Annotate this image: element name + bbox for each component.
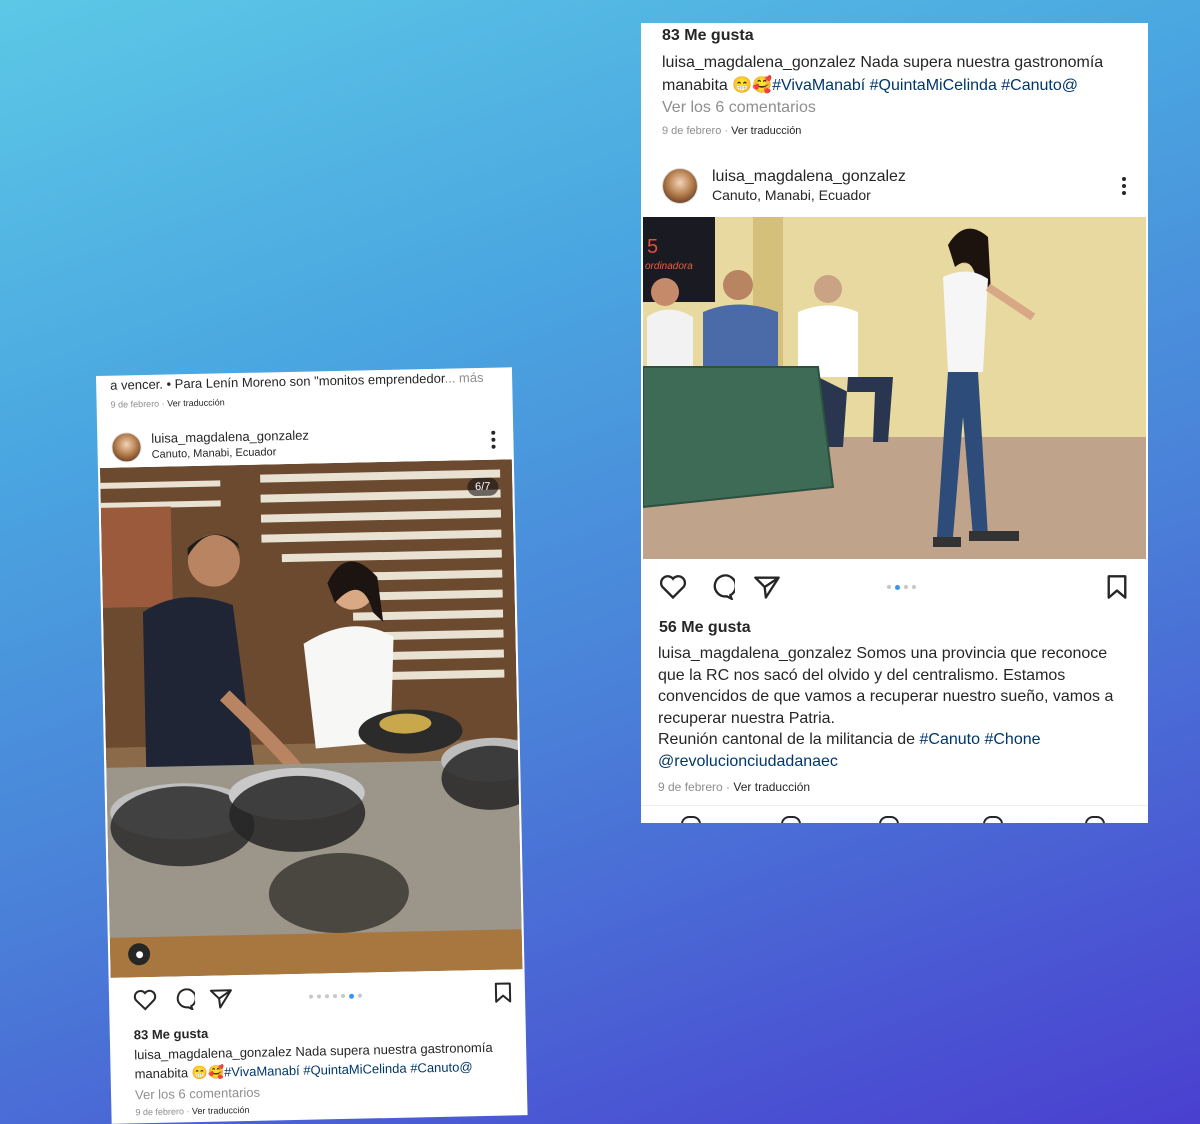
date-text: 9 de febrero xyxy=(135,1106,185,1118)
previous-post-date: 9 de febrero · Ver traducción xyxy=(110,397,225,410)
shop-icon[interactable] xyxy=(983,816,1003,823)
bookmark-icon[interactable] xyxy=(1105,574,1129,600)
date-text: 9 de febrero xyxy=(662,125,722,137)
home-icon[interactable] xyxy=(681,816,701,823)
date-text: 9 de febrero xyxy=(658,780,723,794)
more-options-icon[interactable] xyxy=(491,430,496,449)
caption-hashtags[interactable]: #VivaManabí #QuintaMiCelinda #Canuto@ xyxy=(224,1059,473,1079)
location[interactable]: Canuto, Manabi, Ecuador xyxy=(712,186,906,205)
previous-caption-text: a vencer. • Para Lenín Moreno son "monit… xyxy=(110,370,445,393)
post-actions xyxy=(659,574,1129,600)
right-post-card: 83 Me gusta luisa_magdalena_gonzalez Nad… xyxy=(641,23,1148,823)
reels-icon[interactable] xyxy=(879,816,899,823)
view-comments-link[interactable]: Ver los 6 comentarios xyxy=(135,1085,260,1103)
more-options-icon[interactable] xyxy=(1122,177,1126,195)
heart-icon[interactable] xyxy=(659,574,687,600)
date-text: 9 de febrero xyxy=(110,398,160,410)
translate-link[interactable]: Ver traducción xyxy=(167,397,225,408)
post-photo[interactable]: 6/7 xyxy=(99,459,523,978)
post-caption: luisa_magdalena_gonzalez Nada supera nue… xyxy=(134,1037,515,1083)
previous-post-date: 9 de febrero · Ver traducción xyxy=(662,125,802,137)
caption-hashtags[interactable]: #VivaManabí #QuintaMiCelinda #Canuto@ xyxy=(772,77,1078,94)
comment-icon[interactable] xyxy=(171,988,196,1011)
caption-username[interactable]: luisa_magdalena_gonzalez xyxy=(134,1044,292,1062)
bookmark-icon[interactable] xyxy=(493,981,513,1003)
carousel-indicator xyxy=(887,584,916,590)
avatar[interactable] xyxy=(111,432,142,463)
profile-icon[interactable] xyxy=(1085,816,1105,823)
heart-icon[interactable] xyxy=(133,989,157,1011)
post-date: 9 de febrero · Ver traducción xyxy=(135,1104,250,1118)
post-actions xyxy=(133,981,513,1011)
translate-link[interactable]: Ver traducción xyxy=(731,125,801,137)
previous-post-likes[interactable]: 83 Me gusta xyxy=(662,27,754,45)
share-icon[interactable] xyxy=(209,987,233,1009)
hashtag-chone[interactable]: #Chone xyxy=(984,731,1040,748)
mention-link[interactable]: @revolucionciudadanaec xyxy=(658,753,838,770)
translate-link[interactable]: Ver traducción xyxy=(192,1105,250,1116)
kitchen-photo xyxy=(99,459,523,978)
translate-link[interactable]: Ver traducción xyxy=(733,780,810,794)
post-date: 9 de febrero · Ver traducción xyxy=(658,780,811,794)
view-comments-link[interactable]: Ver los 6 comentarios xyxy=(662,99,816,117)
caption-line-2: Reunión cantonal de la militancia de xyxy=(658,731,916,748)
left-post-card: a vencer. • Para Lenín Moreno son "monit… xyxy=(96,367,528,1124)
likes-count[interactable]: 56 Me gusta xyxy=(659,619,751,637)
more-link[interactable]: ... más xyxy=(444,370,483,386)
post-header: luisa_magdalena_gonzalez Canuto, Manabi,… xyxy=(662,167,1126,205)
photo-counter-badge: 6/7 xyxy=(466,477,499,497)
post-photo[interactable]: 5 ordinadora xyxy=(643,217,1146,559)
caption-username[interactable]: luisa_magdalena_gonzalez xyxy=(662,54,856,71)
caption-username[interactable]: luisa_magdalena_gonzalez xyxy=(658,645,852,662)
search-icon[interactable] xyxy=(781,816,801,823)
post-header: luisa_magdalena_gonzalez Canuto, Manabi,… xyxy=(111,424,496,464)
banner-number: 5 xyxy=(647,236,658,258)
username[interactable]: luisa_magdalena_gonzalez xyxy=(151,428,309,447)
location[interactable]: Canuto, Manabi, Ecuador xyxy=(151,444,309,463)
previous-post-caption: luisa_magdalena_gonzalez Nada supera nue… xyxy=(662,51,1132,97)
likes-count[interactable]: 83 Me gusta xyxy=(134,1026,209,1043)
previous-post-caption: a vencer. • Para Lenín Moreno son "monit… xyxy=(110,370,484,393)
avatar[interactable] xyxy=(662,168,698,204)
share-icon[interactable] xyxy=(753,574,781,600)
hashtag-canuto[interactable]: #Canuto xyxy=(920,731,981,748)
meeting-photo: 5 ordinadora xyxy=(643,217,1146,559)
carousel-indicator xyxy=(309,993,363,999)
comment-icon[interactable] xyxy=(707,574,735,600)
username[interactable]: luisa_magdalena_gonzalez xyxy=(712,167,906,186)
post-caption: luisa_magdalena_gonzalez Somos una provi… xyxy=(658,643,1132,772)
bottom-nav-bar xyxy=(641,805,1148,823)
banner-text: ordinadora xyxy=(645,261,693,272)
